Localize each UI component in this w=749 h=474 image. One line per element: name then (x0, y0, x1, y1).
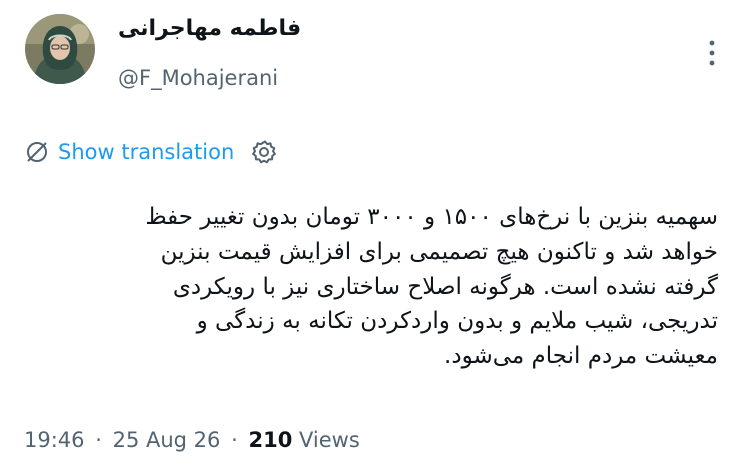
translation-row: Show translation (24, 136, 278, 168)
avatar-image (25, 14, 95, 84)
display-name[interactable]: فاطمه مهاجرانی (118, 16, 301, 41)
views-label: Views (299, 428, 360, 452)
tweet-text-line: تدریجی، شیب ملایم و بدون واردکردن تکانه … (196, 308, 718, 335)
tweet-time[interactable]: 19:46 (24, 428, 85, 452)
translation-settings-button[interactable] (250, 138, 278, 166)
tweet-card: فاطمه مهاجرانی @F_Mohajerani Show transl… (0, 0, 749, 474)
tweet-meta: 19:46 · 25 Aug 26 · 210 Views (24, 428, 360, 452)
avatar[interactable] (25, 14, 95, 84)
meta-separator: · (231, 428, 238, 452)
more-options-button[interactable] (700, 36, 724, 70)
tweet-text-line: سهمیه بنزین با نرخ‌های ۱۵۰۰ و ۳۰۰۰ تومان… (145, 204, 718, 230)
show-translation-link[interactable]: Show translation (24, 139, 234, 165)
show-translation-label: Show translation (58, 140, 235, 164)
tweet-text-line: خواهد شد و تاکنون هیچ تصمیمی برای افزایش… (160, 238, 718, 265)
tweet-text-line: گرفته نشده است. هرگونه اصلاح ساختاری نیز… (172, 273, 718, 300)
translate-slash-icon (27, 142, 47, 162)
meta-separator: · (95, 428, 102, 452)
more-vertical-icon (709, 40, 715, 66)
tweet-text-line: معیشت مردم انجام می‌شود. (444, 343, 718, 370)
views-count[interactable]: 210 (248, 428, 292, 452)
tweet-date[interactable]: 25 Aug 26 (113, 428, 221, 452)
gear-icon (252, 140, 277, 164)
handle[interactable]: @F_Mohajerani (118, 66, 278, 90)
tweet-text: سهمیه بنزین با نرخ‌های ۱۵۰۰ و ۳۰۰۰ تومان… (24, 200, 718, 374)
